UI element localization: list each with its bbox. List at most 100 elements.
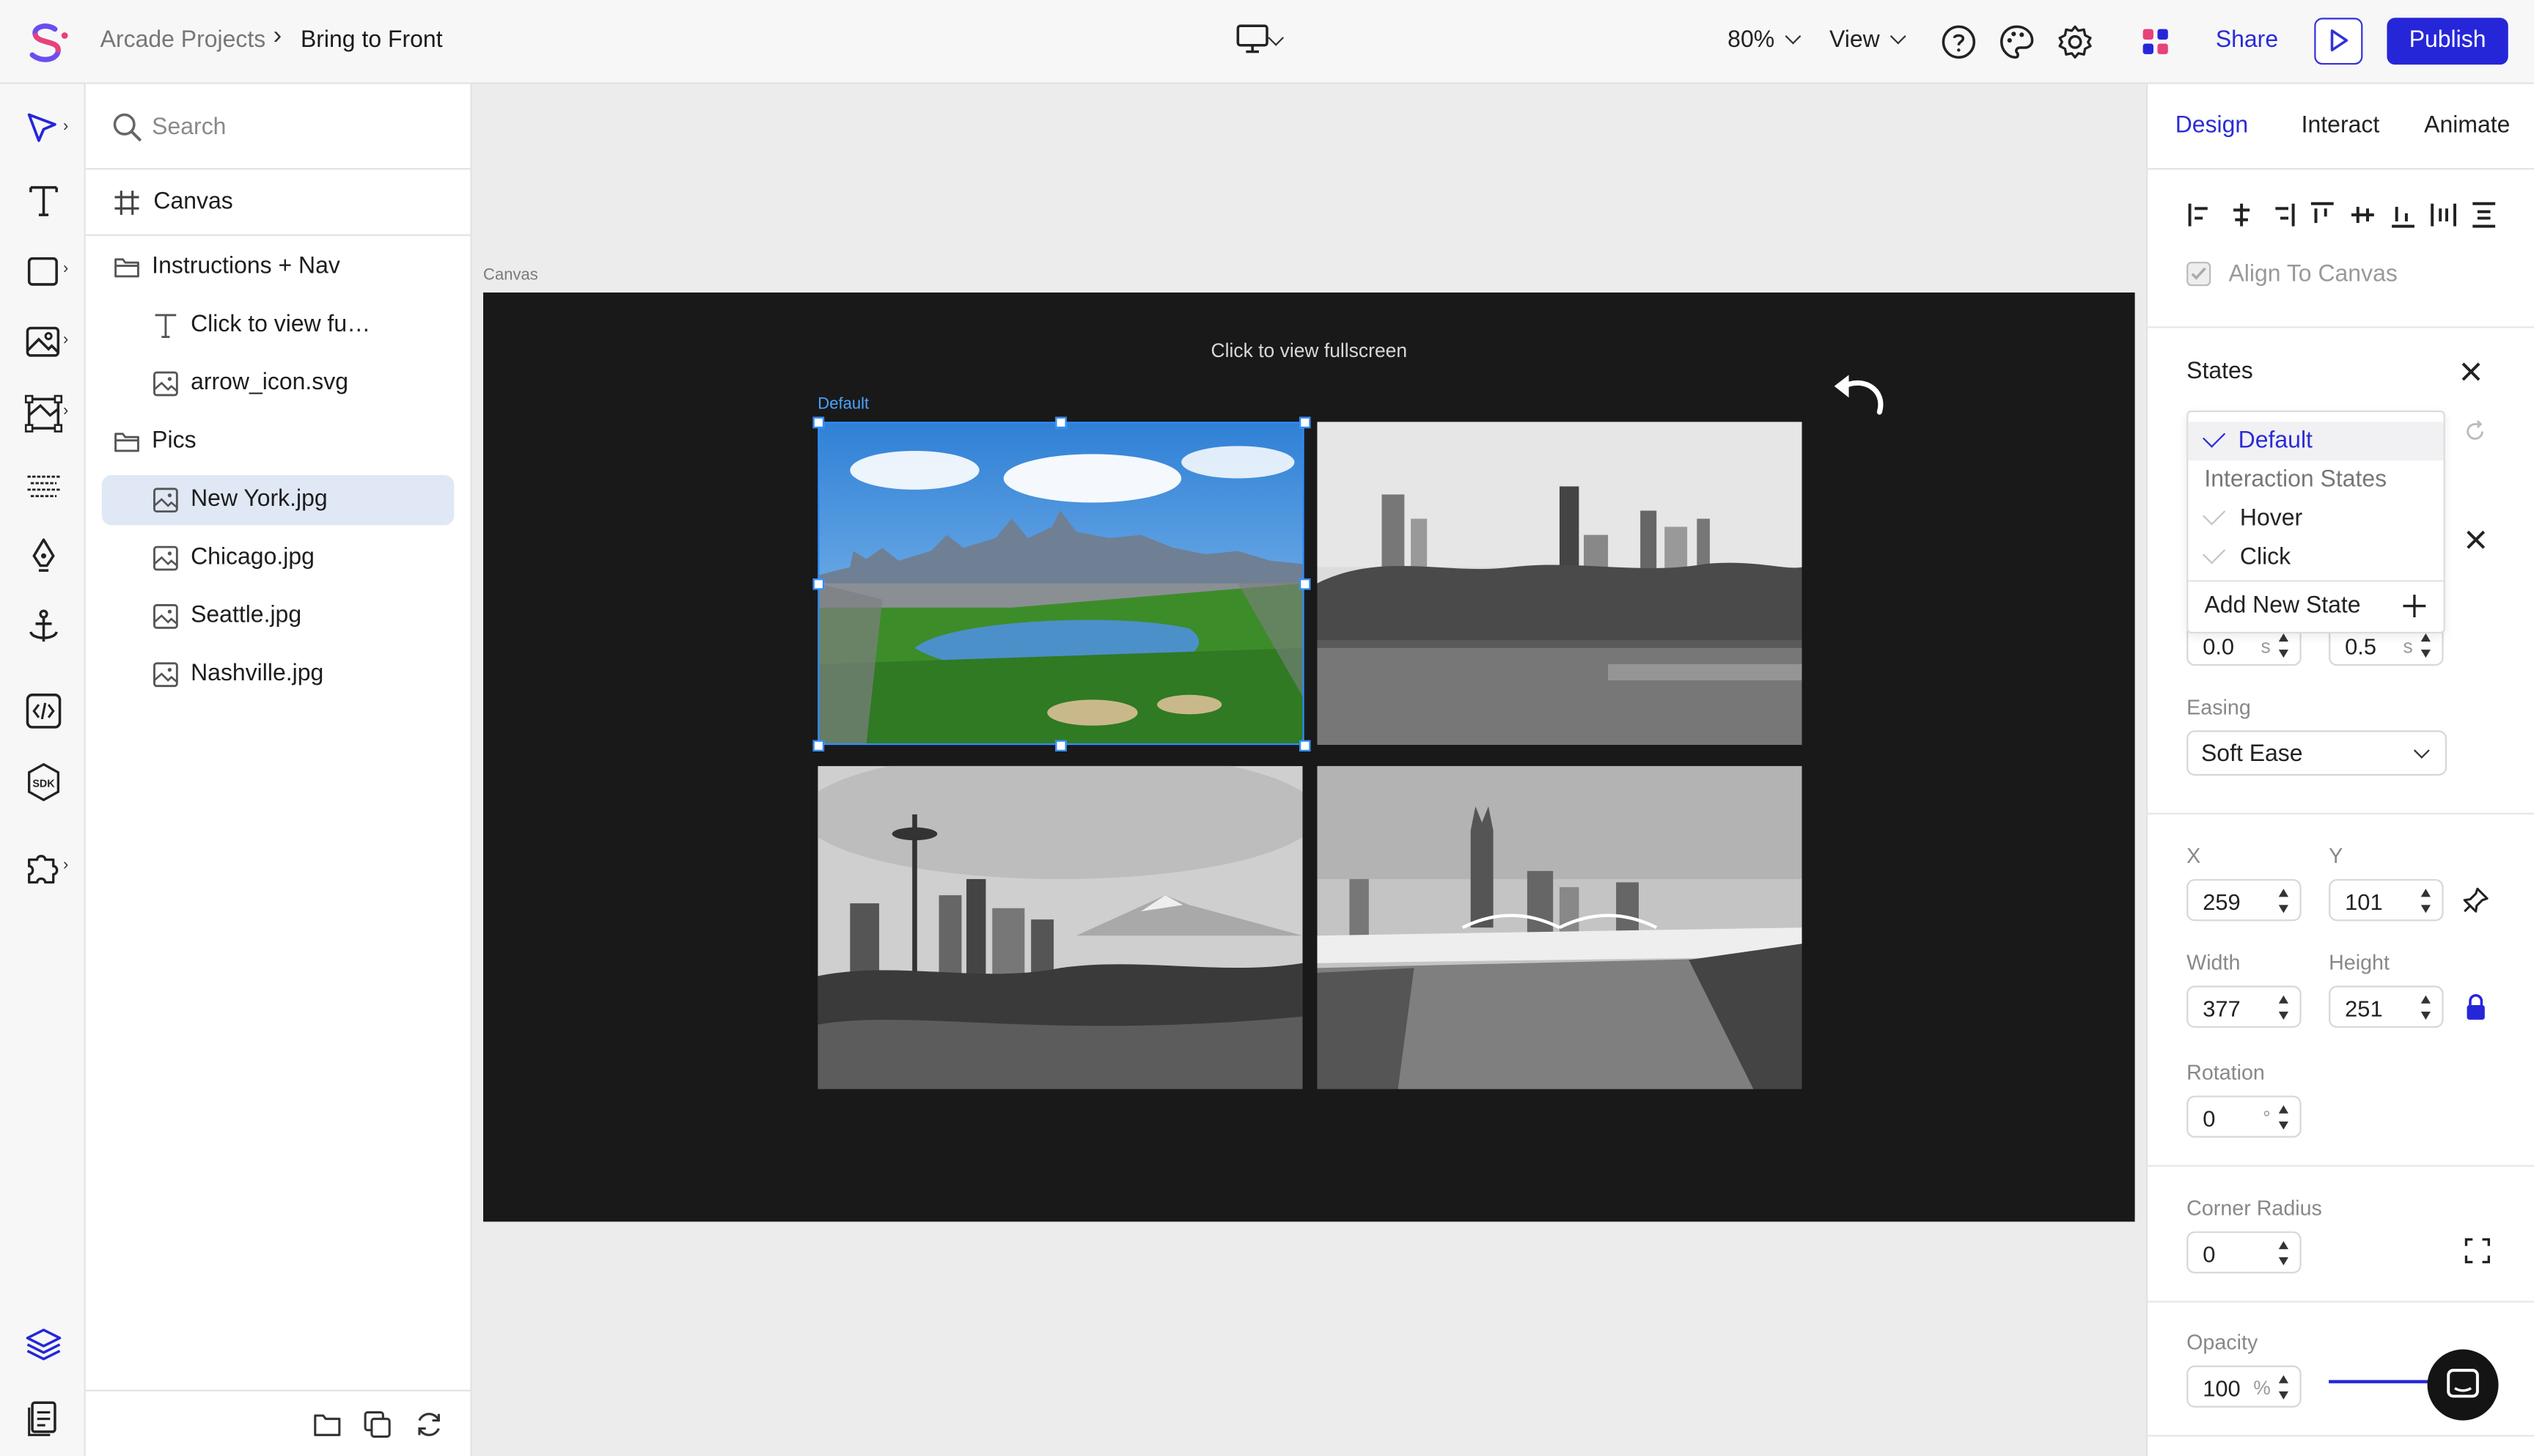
photo-chicago[interactable] [1317,422,1802,746]
photo-new-york[interactable] [818,422,1303,746]
close-icon[interactable] [2464,529,2487,551]
stepper-icon[interactable] [2277,994,2291,1023]
plugins-puzzle-icon[interactable] [23,847,65,889]
pin-icon[interactable] [2461,886,2491,915]
breadcrumb-parent[interactable]: Arcade Projects [100,27,266,53]
fullscreen-caption[interactable]: Click to view fullscreen [483,339,2135,362]
arcade-logo-icon[interactable] [23,19,71,65]
resize-handle-sw[interactable] [812,740,825,751]
opacity-field[interactable]: 100 % [2186,1365,2302,1408]
add-new-state-button[interactable]: Add New State [2188,587,2443,625]
apps-grid-icon[interactable] [2137,23,2175,62]
align-top-icon[interactable] [2307,200,2337,229]
distribute-vertical-icon[interactable] [2469,200,2499,229]
stepper-icon[interactable] [2420,887,2433,916]
tab-interact[interactable]: Interact [2302,113,2380,139]
anchor-tool-icon[interactable] [23,606,65,648]
layer-item-click-text[interactable]: Click to view fu… [102,301,454,350]
help-icon[interactable] [1939,23,1978,62]
select-pointer-tool-icon[interactable] [23,109,65,150]
layer-canvas[interactable]: Canvas [85,169,472,236]
stepper-icon[interactable] [2277,1374,2291,1403]
tab-animate[interactable]: Animate [2424,113,2510,139]
corner-radius-field[interactable]: 0 [2186,1231,2302,1273]
settings-gear-icon[interactable] [2056,23,2095,62]
undo-arrow-icon[interactable] [1828,370,1890,425]
align-bottom-icon[interactable] [2389,200,2418,229]
layer-item-instructions-nav[interactable]: Instructions + Nav [102,243,454,293]
y-field[interactable]: 101 [2329,879,2444,922]
shape-tool-icon[interactable] [23,251,65,293]
height-field[interactable]: 251 [2329,985,2444,1028]
align-center-horizontal-icon[interactable] [2227,200,2256,229]
layers-search-input[interactable] [152,109,443,146]
breadcrumb-separator: › [273,22,282,51]
duplicate-icon[interactable] [362,1409,393,1440]
align-right-icon[interactable] [2267,200,2296,229]
theme-palette-icon[interactable] [1997,23,2036,62]
state-option-default[interactable]: Default [2188,422,2444,461]
rotation-field[interactable]: 0 ° [2186,1095,2302,1138]
layers-icon[interactable] [23,1323,65,1365]
stepper-icon[interactable] [2277,1240,2291,1269]
tab-design[interactable]: Design [2175,113,2248,139]
device-preview-dropdown[interactable] [1235,23,1299,62]
view-dropdown[interactable]: View [1829,27,1907,54]
x-field[interactable]: 259 [2186,879,2302,922]
photo-seattle[interactable] [818,765,1303,1089]
stepper-icon[interactable] [2277,632,2291,661]
nashville-image [1317,765,1802,1089]
section-divider [2148,1435,2534,1437]
preview-play-button[interactable] [2314,18,2363,65]
support-chat-button[interactable] [2427,1349,2499,1421]
close-icon[interactable] [2460,361,2483,383]
state-option-label: Default [2238,428,2313,455]
resize-handle-se[interactable] [1299,740,1311,751]
state-option-hover[interactable]: Hover [2188,499,2443,538]
layer-item-nashville[interactable]: Nashville.jpg [102,650,454,699]
lock-icon[interactable] [2464,994,2487,1021]
resize-handle-nw[interactable] [812,416,825,429]
align-left-icon[interactable] [2186,200,2216,229]
image-tool-icon[interactable] [23,322,65,364]
state-option-click[interactable]: Click [2188,538,2443,577]
layer-item-seattle[interactable]: Seattle.jpg [102,592,454,641]
distribute-horizontal-icon[interactable] [2429,200,2458,229]
canvas-workspace[interactable]: Canvas Click to view fullscreen Default [471,84,2147,1456]
pages-icon[interactable] [23,1396,65,1438]
publish-button[interactable]: Publish [2387,18,2508,65]
independent-corners-icon[interactable] [2464,1238,2490,1264]
pen-tool-icon[interactable] [23,535,65,577]
layer-item-new-york[interactable]: New York.jpg [101,475,455,526]
photo-nashville[interactable] [1317,765,1802,1089]
new-folder-icon[interactable] [312,1409,342,1440]
text-tool-icon[interactable] [23,180,65,221]
refresh-icon[interactable] [414,1409,444,1440]
code-embed-icon[interactable] [23,690,65,732]
opacity-slider[interactable] [2329,1380,2442,1383]
artboard[interactable]: Click to view fullscreen Default [483,292,2135,1222]
zoom-dropdown[interactable]: 80% [1727,27,1802,54]
resize-handle-e[interactable] [1299,578,1311,590]
frame-tool-icon[interactable] [23,393,65,435]
reset-state-icon[interactable] [2464,420,2487,443]
align-to-canvas-checkbox[interactable] [2186,262,2211,287]
stepper-icon[interactable] [2277,887,2291,916]
resize-handle-w[interactable] [812,578,825,590]
sdk-icon[interactable]: SDK [23,761,65,803]
breadcrumb-current[interactable]: Bring to Front [301,27,443,53]
pattern-tool-icon[interactable] [23,466,65,507]
layer-item-pics[interactable]: Pics [102,417,454,467]
layer-item-arrow-icon[interactable]: arrow_icon.svg [102,359,454,408]
easing-select[interactable]: Soft Ease [2186,730,2447,776]
resize-handle-s[interactable] [1055,740,1067,751]
resize-handle-ne[interactable] [1299,416,1311,429]
align-middle-icon[interactable] [2348,200,2378,229]
stepper-icon[interactable] [2420,632,2433,661]
layer-item-chicago[interactable]: Chicago.jpg [102,533,454,583]
stepper-icon[interactable] [2420,994,2433,1023]
resize-handle-n[interactable] [1055,416,1067,429]
share-button[interactable]: Share [2216,27,2278,53]
stepper-icon[interactable] [2277,1103,2291,1133]
width-field[interactable]: 377 [2186,985,2302,1028]
